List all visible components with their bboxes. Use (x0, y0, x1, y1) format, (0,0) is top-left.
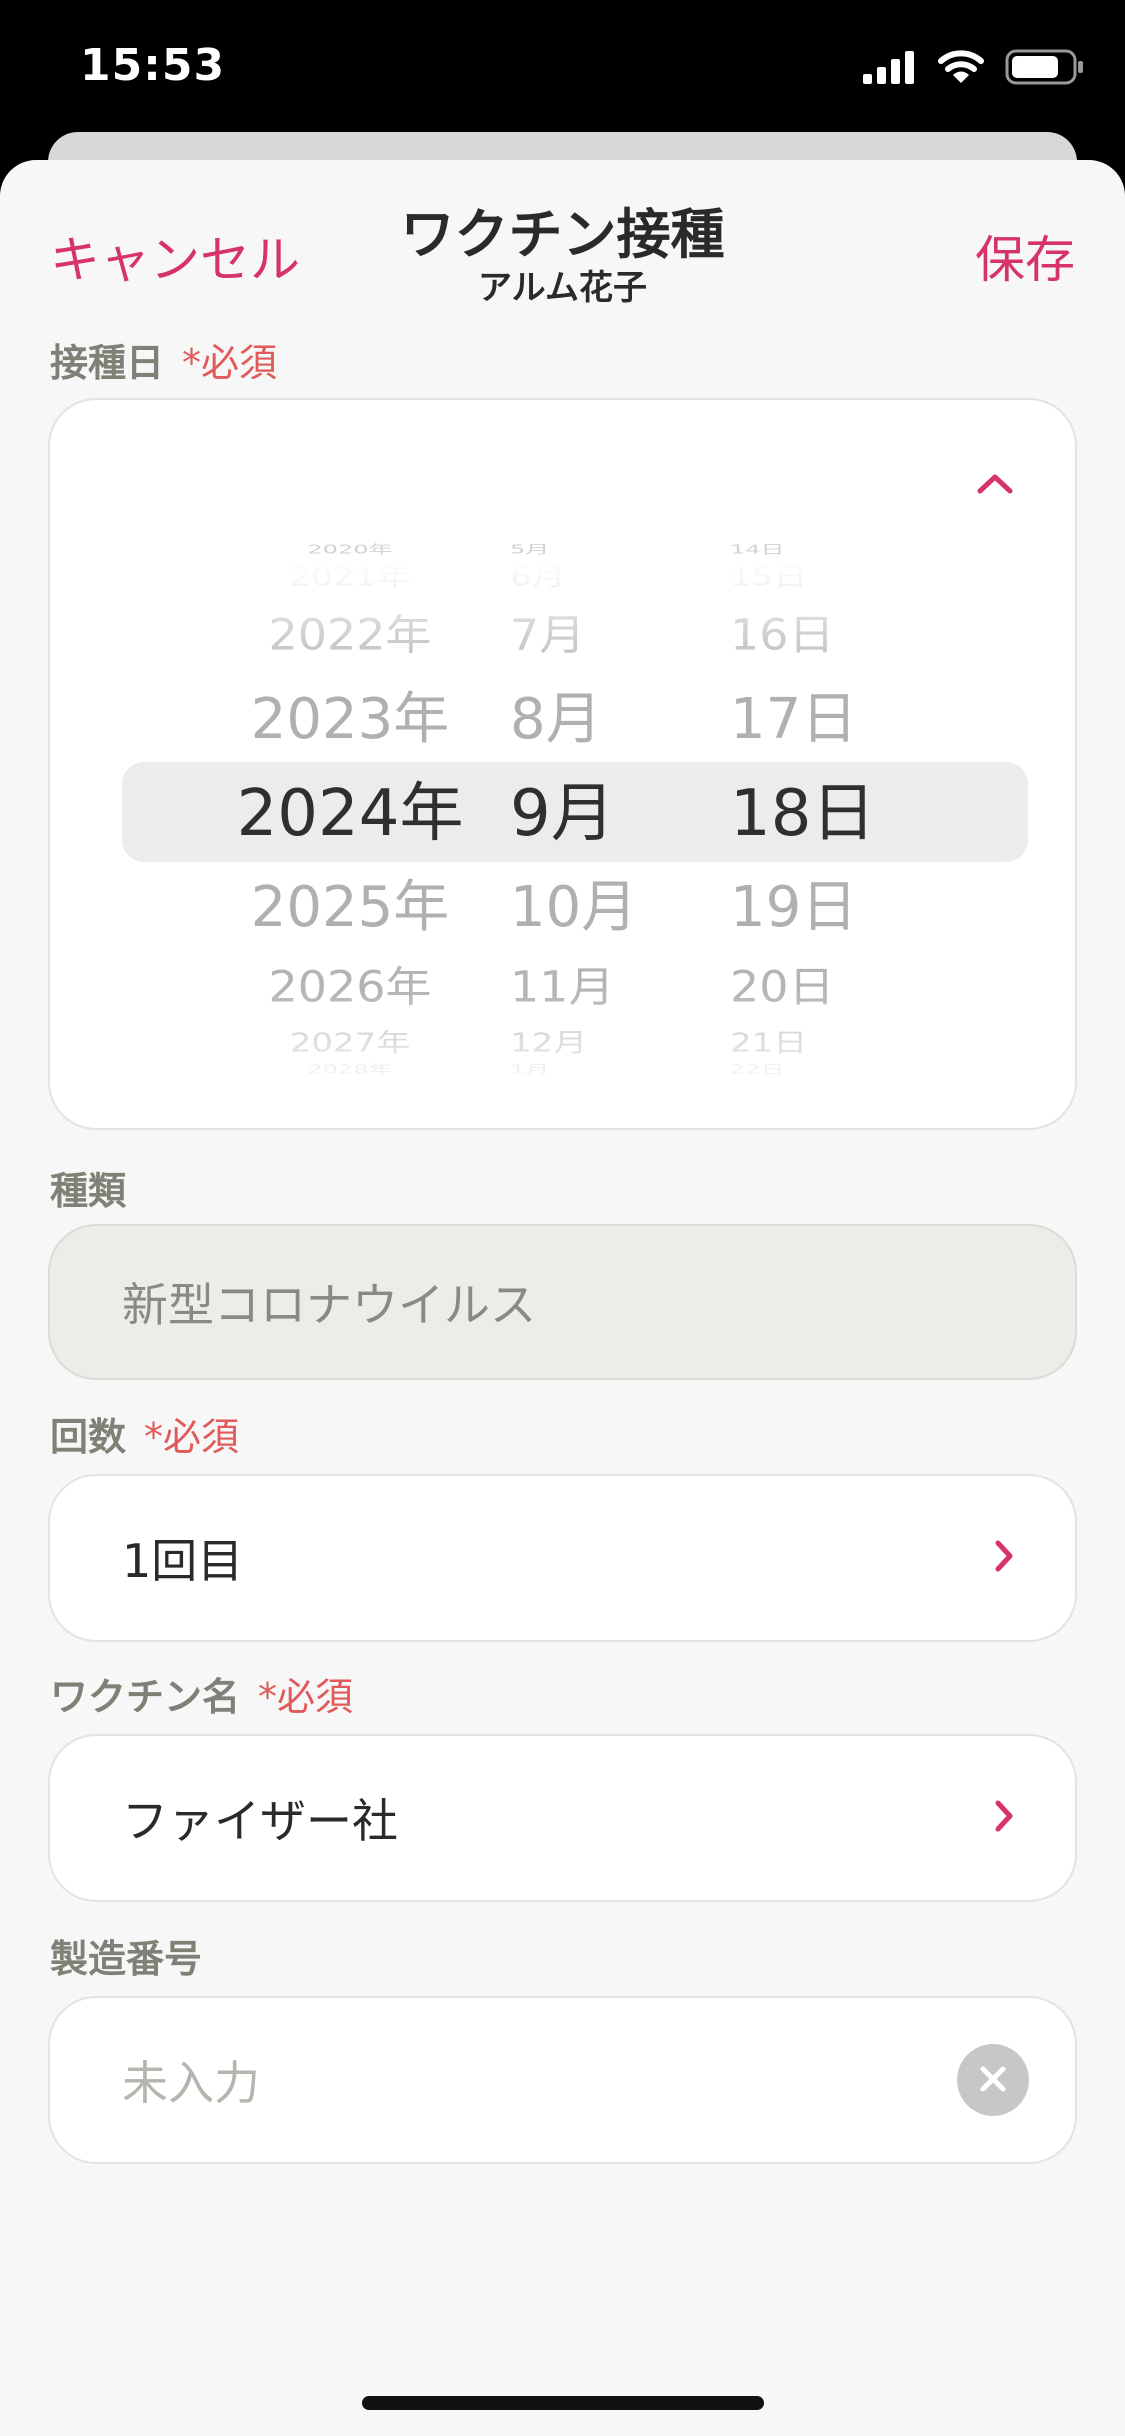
type-field: 新型コロナウイルス (48, 1224, 1077, 1380)
date-picker[interactable]: 2020年 5月 14日 2021年 6月 15日 2022年 7月 16日 2023年 8月 17日… (48, 398, 1077, 1130)
picker-month: 11月 (510, 961, 615, 1012)
picker-day: 18日 (730, 777, 876, 851)
picker-row[interactable]: 2023年 8月 17日 (50, 674, 1079, 754)
lot-placeholder: 未入力 (122, 2056, 260, 2110)
picker-month: 9月 (510, 777, 615, 851)
date-label-text: 接種日 (50, 341, 165, 385)
type-value: 新型コロナウイルス (122, 1278, 536, 1332)
picker-year: 2028年 (307, 1062, 393, 1077)
picker-day: 22日 (730, 1062, 785, 1077)
required-marker: *必須 (258, 1675, 354, 1719)
picker-year: 2024年 (236, 777, 464, 851)
signal-icon (863, 50, 917, 88)
chevron-right-icon (993, 1798, 1015, 1838)
required-marker: *必須 (182, 341, 278, 385)
status-icons (863, 48, 1085, 90)
page-subtitle: アルム花子 (478, 268, 647, 308)
picker-day: 17日 (730, 686, 858, 752)
chevron-right-icon (993, 1538, 1015, 1578)
status-bar: 15:53 (0, 0, 1125, 140)
page-title: ワクチン接種 (400, 203, 725, 266)
date-field-label: 接種日 *必須 (50, 332, 277, 387)
dose-label-text: 回数 (50, 1415, 127, 1459)
picker-day: 15日 (730, 561, 808, 592)
picker-year: 2025年 (250, 874, 450, 940)
chevron-up-icon[interactable] (975, 470, 1015, 500)
lot-field-label: 製造番号 (50, 1937, 203, 1981)
picker-year: 2022年 (268, 609, 432, 660)
dose-field-label: 回数 *必須 (50, 1406, 239, 1461)
status-time: 15:53 (80, 40, 226, 91)
picker-month: 1月 (510, 1062, 550, 1077)
vaccine-field-label: ワクチン名 *必須 (50, 1666, 353, 1721)
dose-value: 1回目 (122, 1534, 244, 1588)
vaccine-select[interactable]: ファイザー社 (48, 1734, 1077, 1902)
picker-year: 2023年 (250, 686, 450, 752)
type-field-label: 種類 (50, 1169, 127, 1213)
vaccination-form-sheet: キャンセル ワクチン接種 アルム花子 保存 接種日 *必須 2020年 5月 14日 2… (0, 160, 1125, 2436)
picker-day: 19日 (730, 874, 858, 940)
battery-icon (1005, 48, 1085, 90)
close-icon (976, 2062, 1010, 2099)
picker-month: 6月 (510, 561, 566, 592)
picker-year: 2026年 (268, 961, 432, 1012)
picker-year: 2021年 (289, 561, 411, 592)
clear-button[interactable] (957, 2044, 1029, 2116)
vaccine-label-text: ワクチン名 (50, 1675, 241, 1719)
picker-selected-row[interactable]: 2024年 9月 18日 (50, 768, 1079, 851)
lot-number-input[interactable]: 未入力 (48, 1996, 1077, 2164)
wifi-icon (937, 49, 985, 89)
picker-row[interactable]: 2028年 1月 22日 (50, 1048, 1079, 1088)
picker-month: 7月 (510, 609, 586, 660)
picker-row[interactable]: 2022年 7月 16日 (50, 595, 1079, 669)
dose-select[interactable]: 1回目 (48, 1474, 1077, 1642)
picker-day: 16日 (730, 609, 835, 660)
required-marker: *必須 (144, 1415, 240, 1459)
picker-month: 8月 (510, 686, 602, 752)
save-button[interactable]: 保存 (975, 220, 1075, 292)
vaccine-value: ファイザー社 (122, 1794, 398, 1848)
home-indicator (362, 2396, 764, 2410)
picker-day: 20日 (730, 961, 835, 1012)
picker-row[interactable]: 2025年 10月 19日 (50, 862, 1079, 942)
picker-month: 10月 (510, 874, 638, 940)
